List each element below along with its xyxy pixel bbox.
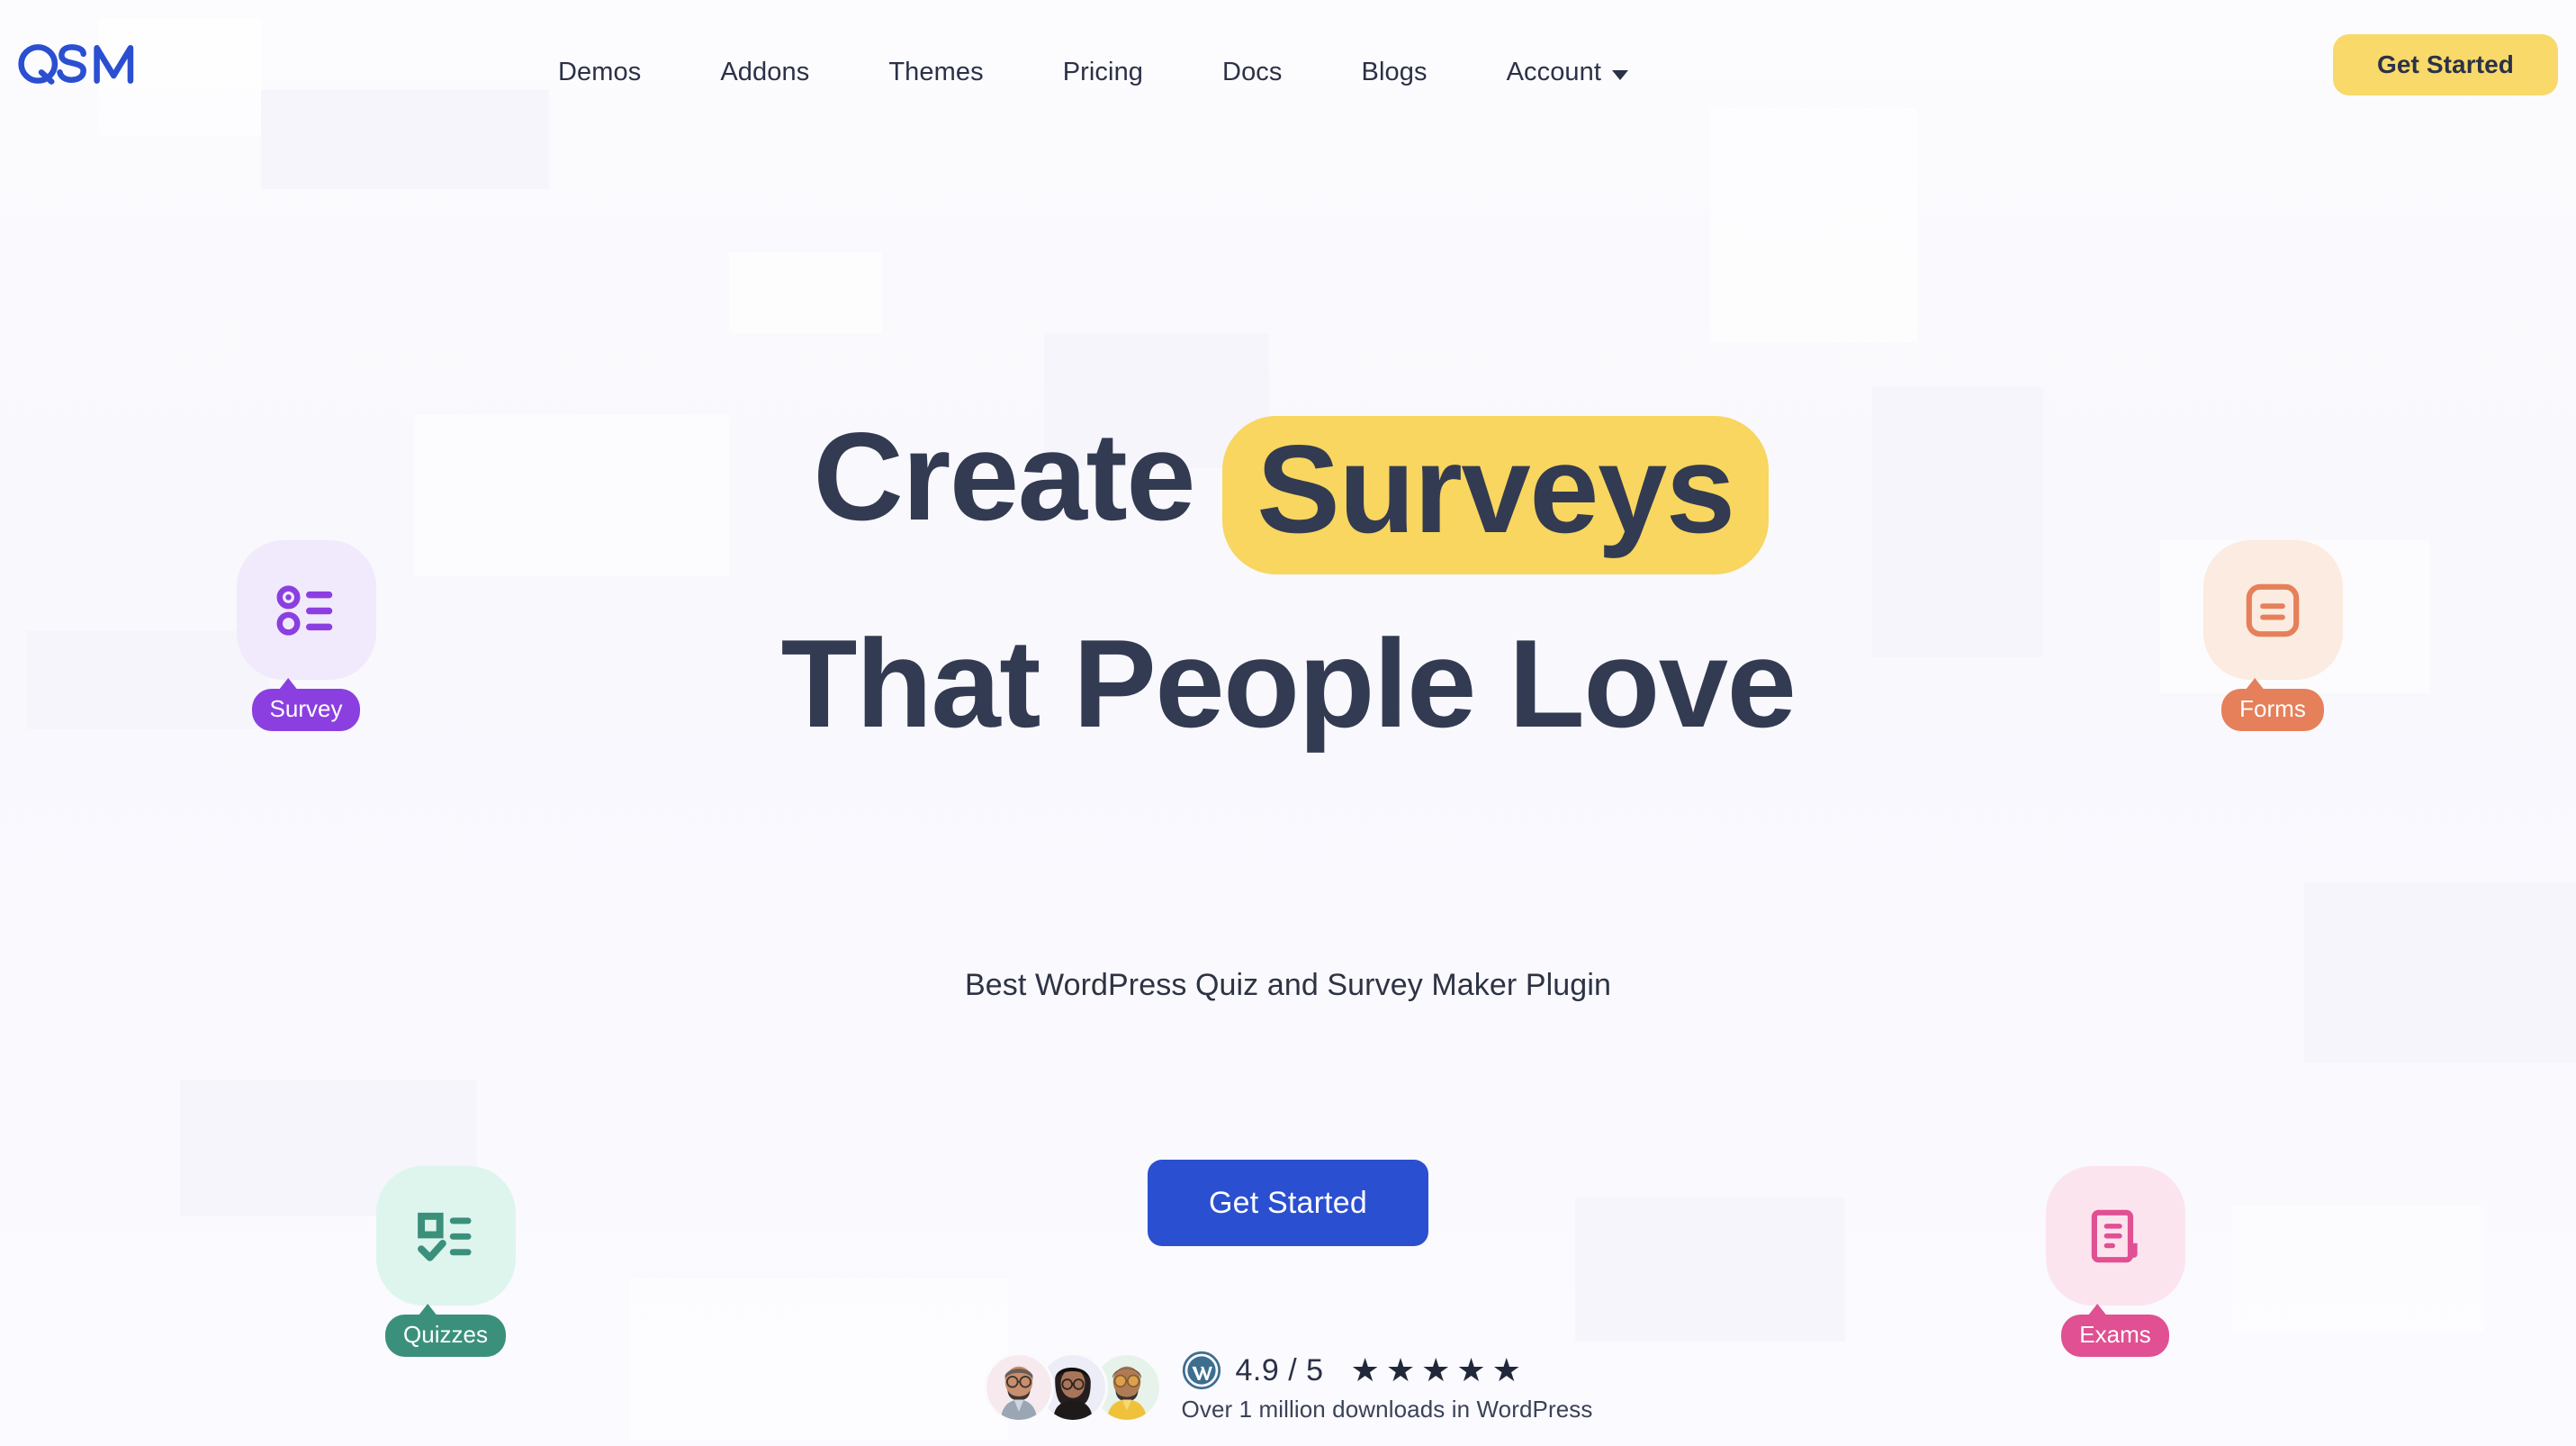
survey-pill: Survey — [251, 689, 361, 731]
star-icon: ★ — [1456, 1351, 1486, 1388]
quizzes-label: Quizzes — [403, 1321, 488, 1348]
star-icon: ★ — [1350, 1351, 1380, 1388]
nav-item-account[interactable]: Account — [1507, 58, 1629, 87]
feature-badge-quizzes[interactable]: Quizzes — [369, 1166, 522, 1357]
rating-score: 4.9 / 5 — [1235, 1352, 1324, 1387]
site-header: Demos Addons Themes Pricing Docs Blogs A… — [0, 0, 2576, 144]
survey-icon-tile — [236, 540, 376, 680]
nav-label-blogs: Blogs — [1361, 57, 1428, 86]
header-get-started-button[interactable]: Get Started — [2333, 34, 2558, 95]
hero-get-started-button[interactable]: Get Started — [1148, 1160, 1428, 1246]
social-proof: 4.9 / 5 ★ ★ ★ ★ ★ Over 1 million downloa… — [0, 1351, 2576, 1423]
quizzes-icon-tile — [375, 1166, 516, 1306]
wordpress-icon — [1182, 1351, 1220, 1390]
nav-label-account: Account — [1506, 57, 1602, 86]
nav-label-addons: Addons — [720, 57, 810, 86]
rating-row: 4.9 / 5 ★ ★ ★ ★ ★ — [1182, 1351, 1593, 1390]
chevron-down-icon — [1612, 69, 1629, 80]
nav-item-docs[interactable]: Docs — [1222, 58, 1282, 87]
hero-subtitle: Best WordPress Quiz and Survey Maker Plu… — [965, 968, 1611, 1002]
nav-item-demos[interactable]: Demos — [558, 58, 641, 87]
star-icon: ★ — [1421, 1351, 1451, 1388]
exam-document-icon — [2091, 1209, 2138, 1262]
nav-label-demos: Demos — [558, 57, 642, 86]
hero-headline: Create Surveys That People Love — [0, 414, 2576, 746]
hero-headline-line-1: Create Surveys — [0, 414, 2576, 574]
exams-pill: Exams — [2061, 1315, 2169, 1357]
form-square-icon — [2246, 583, 2300, 637]
feature-badge-forms[interactable]: Forms — [2196, 540, 2349, 731]
forms-pill: Forms — [2221, 689, 2324, 731]
downloads-text: Over 1 million downloads in WordPress — [1181, 1396, 1593, 1423]
nav-item-pricing[interactable]: Pricing — [1063, 58, 1143, 87]
checklist-icon — [418, 1212, 472, 1261]
quizzes-pill: Quizzes — [385, 1315, 506, 1357]
nav-item-addons[interactable]: Addons — [720, 58, 809, 87]
forms-label: Forms — [2239, 695, 2306, 722]
hero-headline-plain: Create — [813, 407, 1195, 547]
exams-label: Exams — [2079, 1321, 2151, 1348]
hero-section: Create Surveys That People Love Best Wor… — [0, 144, 2576, 1446]
nav-label-pricing: Pricing — [1062, 57, 1144, 86]
star-icon: ★ — [1491, 1351, 1521, 1388]
qsm-logo-icon — [18, 44, 134, 85]
qsm-logo[interactable] — [16, 41, 142, 86]
nav-label-themes: Themes — [888, 57, 984, 86]
feature-badge-survey[interactable]: Survey — [230, 540, 383, 731]
hero-headline-highlight: Surveys — [1222, 416, 1769, 574]
avatar-user-1 — [983, 1351, 1054, 1423]
rating-block: 4.9 / 5 ★ ★ ★ ★ ★ Over 1 million downloa… — [1182, 1351, 1593, 1423]
star-rating-icon: ★ ★ ★ ★ ★ — [1351, 1354, 1521, 1387]
main-navigation: Demos Addons Themes Pricing Docs Blogs A… — [558, 0, 1629, 144]
exams-icon-tile — [2045, 1166, 2185, 1306]
avatar-illustration-1 — [1000, 1366, 1037, 1420]
nav-label-docs: Docs — [1222, 57, 1283, 86]
nav-item-blogs[interactable]: Blogs — [1362, 58, 1428, 87]
nav-item-themes[interactable]: Themes — [888, 58, 983, 87]
survey-label: Survey — [269, 695, 343, 722]
hero-headline-line-2: That People Love — [780, 613, 1797, 754]
forms-icon-tile — [2202, 540, 2343, 680]
avatar-group — [983, 1351, 1162, 1423]
star-icon: ★ — [1385, 1351, 1416, 1388]
feature-badge-exams[interactable]: Exams — [2039, 1166, 2192, 1357]
radio-list-icon — [276, 584, 333, 636]
